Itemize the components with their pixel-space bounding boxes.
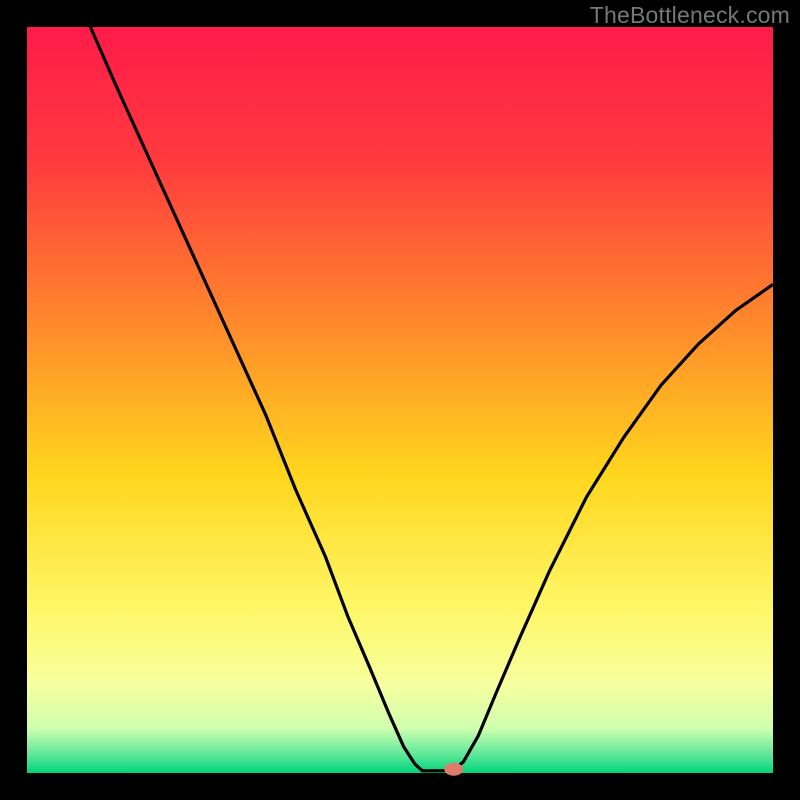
chart-frame: TheBottleneck.com <box>0 0 800 800</box>
watermark-text: TheBottleneck.com <box>590 2 790 29</box>
bottleneck-chart <box>0 0 800 800</box>
optimal-marker <box>445 763 463 775</box>
